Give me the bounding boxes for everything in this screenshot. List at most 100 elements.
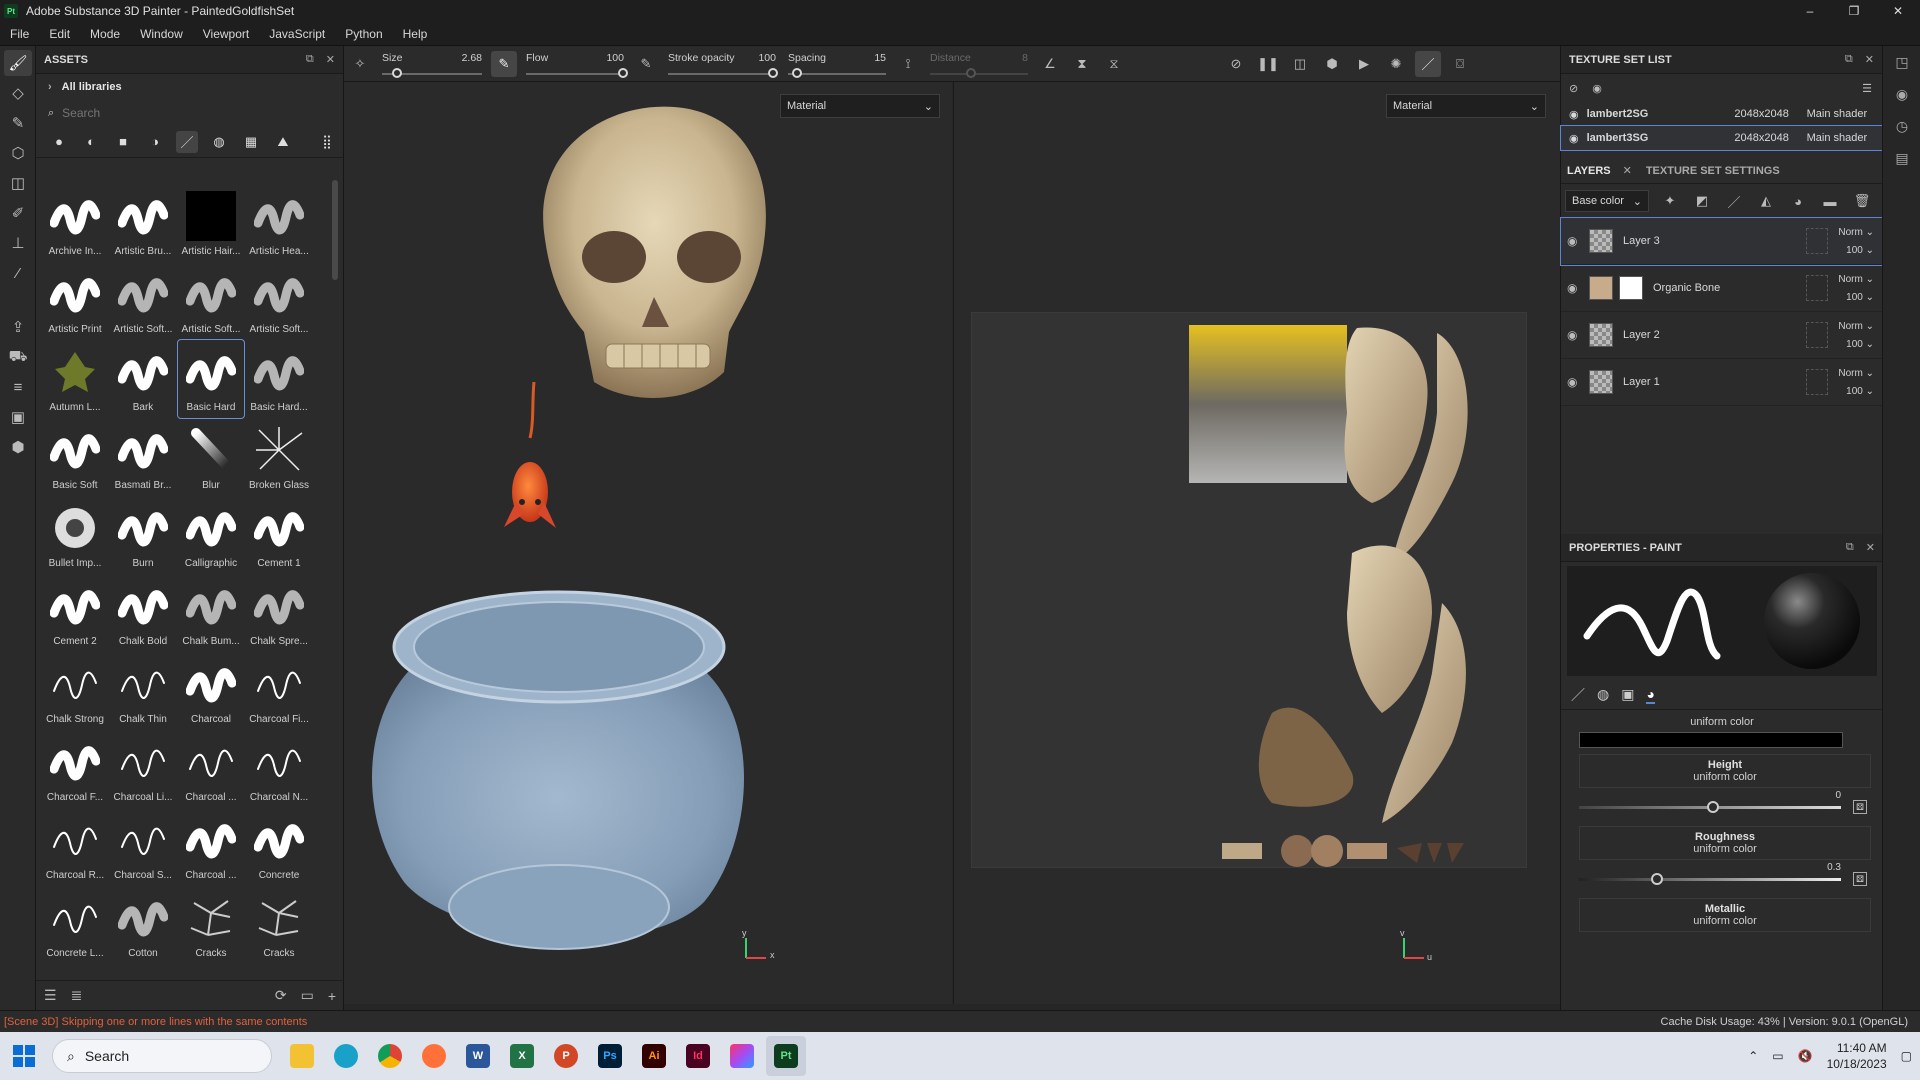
mask-slot[interactable]: [1806, 228, 1828, 254]
blend-mode[interactable]: Norm: [1838, 227, 1862, 238]
random-seed-icon[interactable]: ⚄: [1853, 800, 1867, 814]
size-slider[interactable]: Size 2.68: [376, 46, 488, 82]
asset-tile[interactable]: Bark: [110, 340, 176, 418]
add-mask-icon[interactable]: ◩: [1689, 188, 1715, 214]
undock-icon[interactable]: ⧉: [1846, 541, 1854, 554]
asset-search-input[interactable]: [62, 106, 263, 120]
close-tab-icon[interactable]: ✕: [1623, 164, 1632, 177]
settings-icon[interactable]: ≡: [4, 374, 32, 400]
brushes-filter-icon[interactable]: ／: [176, 130, 198, 153]
geometry-fill-tool-icon[interactable]: ⬡: [4, 140, 32, 166]
grid-view-icon[interactable]: ⣿: [316, 131, 338, 153]
paint-brush-tool-icon[interactable]: 🖌: [4, 50, 32, 76]
symmetry-icon[interactable]: ⧗: [1069, 51, 1095, 77]
history-icon[interactable]: ◷: [1883, 110, 1920, 142]
pause-icon[interactable]: ❚❚: [1255, 51, 1281, 77]
stroke-opacity-slider[interactable]: Stroke opacity 100: [662, 46, 782, 82]
smudge-tool-icon[interactable]: ✐: [4, 200, 32, 226]
random-seed-icon[interactable]: ⚄: [1853, 872, 1867, 886]
eye-icon[interactable]: ◉: [1567, 328, 1585, 342]
mask-slot[interactable]: [1806, 322, 1828, 348]
delete-layer-icon[interactable]: 🗑: [1849, 188, 1875, 214]
spacing-knob[interactable]: [792, 68, 802, 78]
add-folder-icon[interactable]: ▬: [1817, 188, 1843, 214]
asset-tile[interactable]: Chalk Spre...: [246, 574, 312, 652]
height-slider[interactable]: 0 ⚄: [1579, 790, 1871, 816]
asset-tile[interactable]: Charcoal N...: [246, 730, 312, 808]
eye-icon[interactable]: ◉: [1567, 281, 1585, 295]
illustrator-icon[interactable]: Ai: [634, 1036, 674, 1076]
masks-filter-icon[interactable]: ■: [112, 131, 134, 153]
metallic-property[interactable]: Metallic uniform color: [1579, 898, 1871, 932]
add-icon[interactable]: +: [328, 988, 336, 1004]
hide-icon[interactable]: ⊘: [1569, 82, 1578, 95]
taskbar-search[interactable]: ⌕ Search: [52, 1039, 272, 1073]
asset-tile[interactable]: Artistic Print: [42, 262, 108, 340]
asset-tile[interactable]: Artistic Bru...: [110, 184, 176, 262]
close-icon[interactable]: ✕: [1865, 53, 1874, 66]
minimize-button[interactable]: –: [1788, 0, 1832, 22]
word-icon[interactable]: W: [458, 1036, 498, 1076]
alpha-tab-icon[interactable]: ◍: [1597, 686, 1609, 703]
height-property[interactable]: Height uniform color: [1579, 754, 1871, 788]
layer-opacity[interactable]: 100: [1846, 245, 1863, 256]
spacing-slider[interactable]: Spacing 15: [782, 46, 892, 82]
mask-slot[interactable]: [1806, 275, 1828, 301]
menu-javascript[interactable]: JavaScript: [259, 27, 335, 41]
mask-slot[interactable]: [1806, 369, 1828, 395]
asset-tile[interactable]: Chalk Thin: [110, 652, 176, 730]
stroke-opacity-knob[interactable]: [768, 68, 778, 78]
environments-filter-icon[interactable]: ⛰: [272, 131, 294, 153]
hide-ui-icon[interactable]: ⊘: [1223, 51, 1249, 77]
texture-set-row[interactable]: ◉ lambert2SG 2048x2048 Main shader: [1561, 102, 1882, 126]
material-tab-icon[interactable]: ◕: [1646, 686, 1655, 704]
asset-tile[interactable]: Concrete L...: [42, 886, 108, 964]
asset-tile[interactable]: Charcoal ...: [178, 808, 244, 886]
display-icon[interactable]: ▭: [1772, 1049, 1783, 1063]
color-picker-tool-icon[interactable]: ⁄: [4, 260, 32, 286]
add-smart-material-icon[interactable]: ◕: [1785, 188, 1811, 214]
menu-file[interactable]: File: [0, 27, 39, 41]
texture-set-row[interactable]: ◉ lambert3SG 2048x2048 Main shader: [1560, 125, 1883, 151]
asset-tile[interactable]: Charcoal F...: [42, 730, 108, 808]
base-color-swatch[interactable]: [1579, 732, 1843, 748]
angle-icon[interactable]: ∠: [1037, 51, 1063, 77]
log-icon[interactable]: ▤: [1883, 142, 1920, 174]
stencil-tab-icon[interactable]: ▣: [1621, 686, 1634, 703]
polygon-fill-tool-icon[interactable]: ◫: [4, 170, 32, 196]
layer-row[interactable]: ◉ Layer 1 Norm ⌄ 100 ⌄: [1561, 359, 1882, 406]
asset-tile[interactable]: Artistic Hair...: [178, 184, 244, 262]
asset-tile[interactable]: Calligraphic: [178, 496, 244, 574]
eye-icon[interactable]: ◉: [1569, 108, 1579, 121]
asset-tile[interactable]: Archive In...: [42, 184, 108, 262]
asset-tile[interactable]: Basic Soft: [42, 418, 108, 496]
display-settings-icon[interactable]: ▣: [4, 404, 32, 430]
asset-tile[interactable]: Charcoal S...: [110, 808, 176, 886]
stroke-preset-icon[interactable]: ✧: [347, 51, 373, 77]
file-explorer-icon[interactable]: [282, 1036, 322, 1076]
creative-cloud-icon[interactable]: [722, 1036, 762, 1076]
asset-scrollbar[interactable]: [332, 180, 338, 280]
layer-row[interactable]: ◉ Organic Bone Norm ⌄ 100 ⌄: [1561, 265, 1882, 312]
viewport-2d-mode-dropdown[interactable]: Material ⌄: [1386, 94, 1546, 118]
substance-painter-icon[interactable]: Pt: [766, 1036, 806, 1076]
roughness-slider[interactable]: 0.3 ⚄: [1579, 862, 1871, 888]
blend-mode[interactable]: Norm: [1838, 274, 1862, 285]
indesign-icon[interactable]: Id: [678, 1036, 718, 1076]
close-window-button[interactable]: ✕: [1876, 0, 1920, 22]
asset-tile[interactable]: Cement 1: [246, 496, 312, 574]
asset-tile[interactable]: Artistic Soft...: [110, 262, 176, 340]
chrome-icon[interactable]: [370, 1036, 410, 1076]
texture-set-shader[interactable]: Main shader: [1807, 108, 1868, 120]
roughness-knob[interactable]: [1651, 873, 1663, 885]
texture-set-shader[interactable]: Main shader: [1807, 132, 1868, 144]
viewport-3d[interactable]: Material ⌄ x y: [344, 82, 952, 1004]
brush-tab-icon[interactable]: ／: [1571, 685, 1585, 705]
lazy-mouse-icon[interactable]: ⟟: [895, 51, 921, 77]
asset-tile[interactable]: Charcoal Fi...: [246, 652, 312, 730]
eye-icon[interactable]: ◉: [1592, 82, 1602, 95]
clock[interactable]: 11:40 AM 10/18/2023: [1827, 1040, 1887, 1072]
size-knob[interactable]: [392, 68, 402, 78]
eye-icon[interactable]: ◉: [1567, 234, 1585, 248]
chevron-up-icon[interactable]: ⌃: [1748, 1049, 1758, 1063]
